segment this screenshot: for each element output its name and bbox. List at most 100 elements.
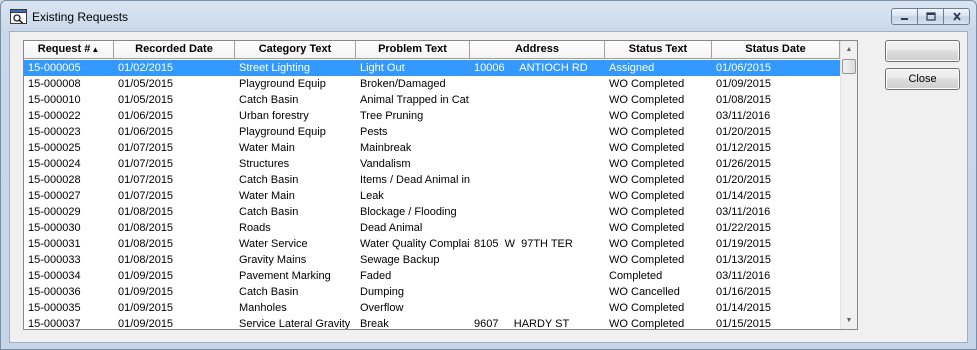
cell-problem-text: Items / Dead Animal in <box>360 174 470 186</box>
cell-status-date: 03/11/2016 <box>716 206 771 218</box>
table-row[interactable]: 15-000030 01/08/2015 Roads Dead Animal WO Co… <box>24 220 841 236</box>
column-header-problem-text[interactable]: Problem Text <box>356 41 470 59</box>
column-header-recorded-date[interactable]: Recorded Date <box>114 41 235 59</box>
minimize-icon <box>900 17 908 20</box>
close-button[interactable]: Close <box>885 68 960 90</box>
cell-status-date: 01/08/2015 <box>716 94 772 106</box>
table-row[interactable]: 15-000036 01/09/2015 Catch Basin Dumping WO … <box>24 284 841 300</box>
table-row[interactable]: 15-000022 01/06/2015 Urban forestry Tree Pr… <box>24 108 841 124</box>
cell-request-number: 15-000036 <box>28 286 81 298</box>
cell-category-text: Pavement Marking <box>239 270 331 282</box>
cell-request-number: 15-000025 <box>28 142 81 154</box>
cell-status-date: 01/15/2015 <box>716 318 772 330</box>
blank-button[interactable] <box>885 40 960 62</box>
cell-status-date: 01/16/2015 <box>716 286 772 298</box>
cell-category-text: Playground Equip <box>239 126 326 138</box>
cell-category-text: Water Main <box>239 190 295 202</box>
cell-address <box>470 108 605 124</box>
cell-address <box>470 92 605 108</box>
cell-problem-text: Sewage Backup <box>360 254 440 266</box>
table-row[interactable]: 15-000031 01/08/2015 Water Service Water Qu… <box>24 236 841 252</box>
cell-address: 10006 ANTIOCH RD <box>474 62 588 74</box>
table-row[interactable]: 15-000028 01/07/2015 Catch Basin Items / De… <box>24 172 841 188</box>
cell-status-text: WO Completed <box>609 254 685 266</box>
cell-status-text: WO Completed <box>609 78 685 90</box>
table-row[interactable]: 15-000029 01/08/2015 Catch Basin Blockage /… <box>24 204 841 220</box>
scroll-down-icon[interactable]: ▼ <box>841 312 857 329</box>
cell-recorded-date: 01/08/2015 <box>118 222 174 234</box>
scroll-up-icon[interactable]: ▲ <box>841 41 857 58</box>
cell-recorded-date: 01/09/2015 <box>118 318 174 330</box>
cell-status-date: 01/13/2015 <box>716 254 772 266</box>
scroll-thumb[interactable] <box>842 59 856 74</box>
table-row[interactable]: 15-000034 01/09/2015 Pavement Marking Faded… <box>24 268 841 284</box>
close-window-button[interactable] <box>943 8 970 25</box>
cell-problem-text: Leak <box>360 190 384 202</box>
column-header-request-number[interactable]: Request #▲ <box>24 41 114 59</box>
sort-ascending-icon: ▲ <box>91 45 100 54</box>
cell-address <box>470 284 605 300</box>
minimize-button[interactable] <box>891 8 918 25</box>
cell-category-text: Roads <box>239 222 271 234</box>
table-row[interactable]: 15-000023 01/06/2015 Playground Equip Pests… <box>24 124 841 140</box>
column-header-status-date[interactable]: Status Date <box>712 41 840 59</box>
cell-address <box>470 124 605 140</box>
cell-status-date: 01/20/2015 <box>716 174 772 186</box>
vertical-scrollbar[interactable]: ▲ ▼ <box>840 41 857 329</box>
maximize-button[interactable] <box>917 8 944 25</box>
table-row[interactable]: 15-000010 01/05/2015 Catch Basin Animal Tra… <box>24 92 841 108</box>
cell-problem-text: Break <box>360 318 389 330</box>
cell-request-number: 15-000034 <box>28 270 81 282</box>
cell-status-date: 01/26/2015 <box>716 158 772 170</box>
cell-address: 8105 W 97TH TER <box>474 238 573 250</box>
cell-category-text: Urban forestry <box>239 110 309 122</box>
cell-status-date: 01/12/2015 <box>716 142 772 154</box>
cell-category-text: Gravity Mains <box>239 254 307 266</box>
cell-category-text: Catch Basin <box>239 174 299 186</box>
cell-request-number: 15-000029 <box>28 206 81 218</box>
table-row[interactable]: 15-000024 01/07/2015 Structures Vandalism WO… <box>24 156 841 172</box>
cell-status-text: WO Completed <box>609 142 685 154</box>
cell-request-number: 15-000005 <box>28 62 81 74</box>
table-row[interactable]: 15-000027 01/07/2015 Water Main Leak WO Comp… <box>24 188 841 204</box>
cell-recorded-date: 01/07/2015 <box>118 190 174 202</box>
cell-category-text: Service Lateral Gravity <box>239 318 351 330</box>
cell-address <box>470 188 605 204</box>
column-header-category-text[interactable]: Category Text <box>235 41 356 59</box>
close-icon <box>952 12 961 21</box>
table-row[interactable]: 15-000025 01/07/2015 Water Main Mainbreak WO… <box>24 140 841 156</box>
cell-status-date: 01/19/2015 <box>716 238 772 250</box>
cell-recorded-date: 01/05/2015 <box>118 94 174 106</box>
cell-category-text: Water Main <box>239 142 295 154</box>
cell-address <box>470 172 605 188</box>
cell-category-text: Water Service <box>239 238 308 250</box>
cell-request-number: 15-000028 <box>28 174 81 186</box>
cell-problem-text: Overflow <box>360 302 404 314</box>
requests-grid[interactable]: Request #▲ Recorded Date Category Text P… <box>23 40 858 330</box>
column-header-status-text[interactable]: Status Text <box>605 41 712 59</box>
cell-problem-text: Dead Animal <box>360 222 423 234</box>
table-row[interactable]: 15-000035 01/09/2015 Manholes Overflow WO Co… <box>24 300 841 316</box>
cell-status-text: WO Completed <box>609 158 685 170</box>
table-row[interactable]: 15-000008 01/05/2015 Playground Equip Broke… <box>24 76 841 92</box>
cell-request-number: 15-000037 <box>28 318 81 330</box>
cell-request-number: 15-000031 <box>28 238 81 250</box>
cell-address <box>470 220 605 236</box>
title-bar[interactable]: Existing Requests <box>1 1 976 31</box>
column-header-address[interactable]: Address <box>470 41 605 59</box>
cell-request-number: 15-000030 <box>28 222 81 234</box>
cell-problem-text: Broken/Damaged <box>360 78 446 90</box>
cell-recorded-date: 01/09/2015 <box>118 302 174 314</box>
table-row[interactable]: 15-000033 01/08/2015 Gravity Mains Sewage B… <box>24 252 841 268</box>
table-row[interactable]: 15-000037 01/09/2015 Service Lateral Gravi… <box>24 316 841 330</box>
cell-recorded-date: 01/09/2015 <box>118 270 174 282</box>
cell-status-text: WO Completed <box>609 318 685 330</box>
table-row[interactable]: 15-000005 01/02/2015 Street Lighting Light … <box>24 60 841 76</box>
window-title: Existing Requests <box>32 10 129 24</box>
cell-status-text: WO Completed <box>609 94 685 106</box>
search-window-icon <box>10 9 27 24</box>
window-controls <box>891 8 970 25</box>
cell-problem-text: Dumping <box>360 286 405 298</box>
cell-status-text: WO Cancelled <box>609 286 680 298</box>
cell-category-text: Street Lighting <box>239 62 310 74</box>
